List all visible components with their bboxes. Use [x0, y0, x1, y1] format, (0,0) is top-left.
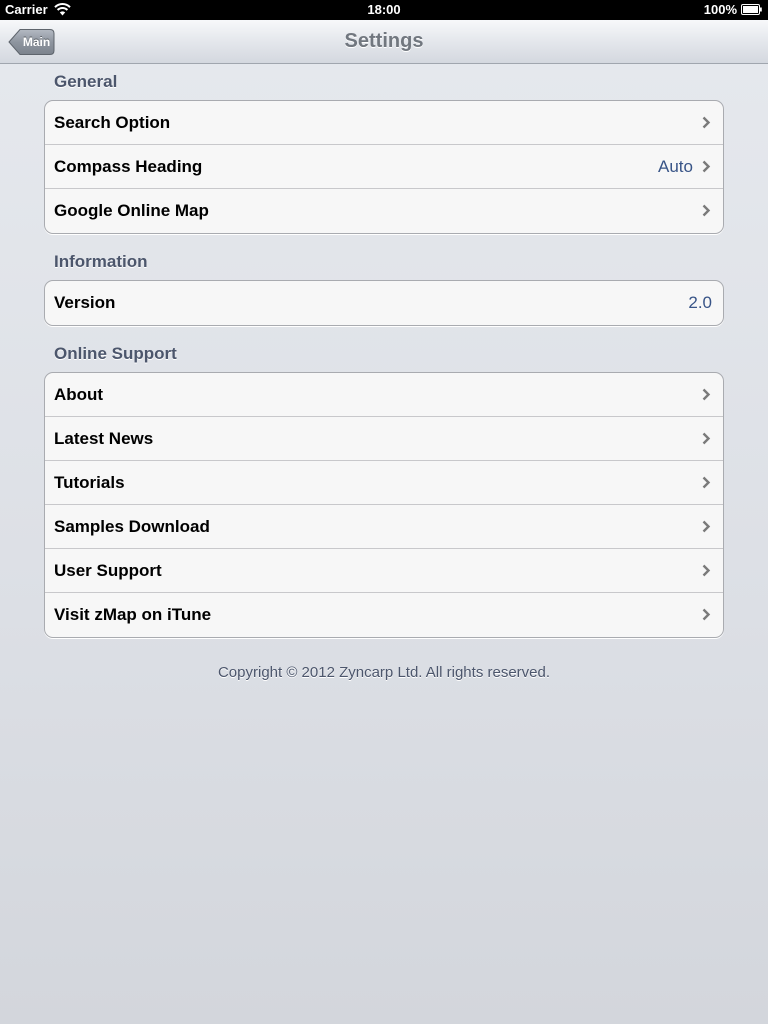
- row-label: Compass Heading: [54, 157, 203, 176]
- group-online-support: About Latest News Tutorials Samples Down…: [44, 372, 724, 638]
- row-label: Search Option: [54, 113, 171, 132]
- chevron-right-icon: [702, 564, 711, 577]
- chevron-right-icon: [702, 520, 711, 533]
- navigation-bar: Settings Main: [0, 20, 768, 64]
- chevron-right-icon: [702, 432, 711, 445]
- group-general: Search Option Compass Heading Auto Googl…: [44, 100, 724, 234]
- row-version: Version 2.0: [45, 281, 723, 325]
- row-label: User Support: [54, 561, 162, 580]
- page-title: Settings: [344, 30, 424, 52]
- row-compass-heading[interactable]: Compass Heading Auto: [45, 145, 723, 189]
- chevron-right-icon: [702, 476, 711, 489]
- version-value: 2.0: [688, 293, 712, 312]
- status-right: 100%: [704, 2, 762, 17]
- battery-icon: [741, 4, 762, 15]
- chevron-right-icon: [702, 160, 711, 173]
- section-header-information: Information: [54, 252, 148, 271]
- status-time: 18:00: [367, 2, 401, 17]
- row-samples-download[interactable]: Samples Download: [45, 505, 723, 549]
- status-bar: Carrier 18:00 100%: [0, 0, 768, 20]
- row-label: Google Online Map: [54, 201, 209, 220]
- section-header-general: General: [54, 72, 118, 91]
- row-latest-news[interactable]: Latest News: [45, 417, 723, 461]
- row-tutorials[interactable]: Tutorials: [45, 461, 723, 505]
- row-user-support[interactable]: User Support: [45, 549, 723, 593]
- copyright-text: Copyright © 2012 Zyncarp Ltd. All rights…: [217, 664, 551, 681]
- row-value: Auto: [658, 157, 693, 176]
- row-label: Samples Download: [54, 517, 210, 536]
- row-about[interactable]: About: [45, 373, 723, 417]
- row-search-option[interactable]: Search Option: [45, 101, 723, 145]
- back-button-label: Main: [22, 35, 51, 49]
- chevron-right-icon: [702, 204, 711, 217]
- row-label: Version: [54, 293, 116, 312]
- group-information: Version 2.0: [44, 280, 724, 326]
- chevron-right-icon: [702, 608, 711, 621]
- row-google-online-map[interactable]: Google Online Map: [45, 189, 723, 233]
- row-label: Tutorials: [54, 473, 125, 492]
- chevron-right-icon: [702, 388, 711, 401]
- battery-percent: 100%: [703, 2, 737, 17]
- row-label: About: [54, 385, 104, 404]
- row-label: Latest News: [54, 429, 154, 448]
- section-header-online-support: Online Support: [54, 344, 177, 363]
- chevron-right-icon: [702, 116, 711, 129]
- row-label: Visit zMap on iTune: [54, 605, 212, 624]
- back-button[interactable]: Main: [8, 28, 55, 56]
- row-visit-zmap-itune[interactable]: Visit zMap on iTune: [45, 593, 723, 637]
